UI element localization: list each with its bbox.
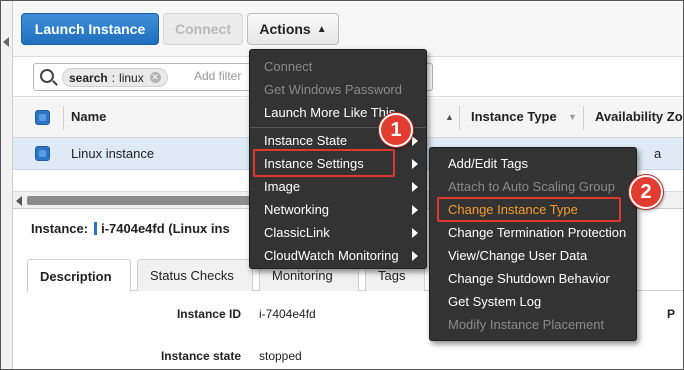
filter-token[interactable]: search : linux ✕ xyxy=(62,68,168,87)
menu-item-cloudwatch-monitoring[interactable]: CloudWatch Monitoring xyxy=(250,244,426,267)
submenu-arrow-icon xyxy=(412,205,418,215)
row-checkbox[interactable] xyxy=(35,146,50,161)
chevron-up-icon: ▲ xyxy=(316,23,327,35)
ec2-console: Launch Instance Connect Actions ▲ search… xyxy=(0,0,684,370)
menu-item-view-change-user-data[interactable]: View/Change User Data xyxy=(430,244,636,267)
menu-item-networking-label: Networking xyxy=(264,202,330,217)
instance-value: i-7404e4fd (Linux ins xyxy=(101,221,230,236)
collapse-left-icon[interactable] xyxy=(3,37,9,47)
actions-label: Actions xyxy=(259,21,311,37)
menu-item-cloudwatch-monitoring-label: CloudWatch Monitoring xyxy=(264,248,399,263)
filter-token-value: linux xyxy=(119,70,144,85)
field-value-instance-state: stopped xyxy=(259,349,302,363)
menu-item-image[interactable]: Image xyxy=(250,175,426,198)
tab-status-checks[interactable]: Status Checks xyxy=(137,259,253,291)
filter-token-sep: : xyxy=(111,70,116,85)
submenu-arrow-icon xyxy=(412,251,418,261)
sort-icon[interactable]: ▲ xyxy=(445,112,454,122)
instance-title: Instance: i-7404e4fd (Linux ins xyxy=(31,221,230,236)
tab-description[interactable]: Description xyxy=(27,259,131,292)
field-value-instance-id: i-7404e4fd xyxy=(259,307,316,321)
menu-item-get-windows-password: Get Windows Password xyxy=(264,82,402,97)
menu-item-add-edit-tags[interactable]: Add/Edit Tags xyxy=(430,152,636,175)
row-name: Linux instance xyxy=(71,146,155,161)
column-header-name[interactable]: Name xyxy=(71,109,106,124)
step-1-callout: 1 xyxy=(379,113,413,147)
menu-item-classiclink[interactable]: ClassicLink xyxy=(250,221,426,244)
field-label-instance-id: Instance ID xyxy=(176,307,241,321)
connect-button: Connect xyxy=(163,13,243,45)
submenu-arrow-icon xyxy=(412,182,418,192)
collapse-gutter[interactable] xyxy=(1,1,13,369)
highlight-change-instance-type xyxy=(437,197,621,222)
column-header-instance-type[interactable]: Instance Type xyxy=(471,109,557,124)
highlight-instance-settings xyxy=(253,149,395,177)
submenu-arrow-icon xyxy=(412,159,418,169)
instance-label: Instance: xyxy=(31,221,89,236)
select-all-checkbox[interactable] xyxy=(35,110,50,125)
sort-down-icon[interactable]: ▼ xyxy=(568,112,577,122)
filter-token-key: search xyxy=(69,70,108,85)
menu-item-change-termination-protection[interactable]: Change Termination Protection xyxy=(430,221,636,244)
menu-item-connect: Connect xyxy=(264,59,313,74)
submenu-arrow-icon xyxy=(412,136,418,146)
remove-filter-icon[interactable]: ✕ xyxy=(149,72,161,83)
step-2-callout: 2 xyxy=(629,175,663,209)
actions-button[interactable]: Actions ▲ xyxy=(247,13,339,45)
search-placeholder: Add filter xyxy=(194,69,242,83)
submenu-arrow-icon xyxy=(412,228,418,238)
menu-item-networking[interactable]: Networking xyxy=(250,198,426,221)
column-divider xyxy=(459,106,460,130)
column-header-availability-zone[interactable]: Availability Zo xyxy=(595,109,683,124)
menu-item-instance-state-label: Instance State xyxy=(264,133,348,148)
menu-item-get-system-log[interactable]: Get System Log xyxy=(430,290,636,313)
menu-item-change-shutdown-behavior[interactable]: Change Shutdown Behavior xyxy=(430,267,636,290)
menu-item-classiclink-label: ClassicLink xyxy=(264,225,330,240)
launch-instance-button[interactable]: Launch Instance xyxy=(21,13,159,45)
scroll-left-icon[interactable] xyxy=(16,196,22,206)
search-icon xyxy=(40,69,54,83)
column-divider xyxy=(63,106,64,130)
menu-item-attach-auto-scaling: Attach to Auto Scaling Group xyxy=(448,179,615,194)
row-availability-zone: a xyxy=(654,146,662,161)
menu-item-image-label: Image xyxy=(264,179,301,194)
instance-settings-submenu: Add/Edit Tags Attach to Auto Scaling Gro… xyxy=(429,147,637,341)
column-divider xyxy=(583,106,584,130)
instance-color-marker xyxy=(94,222,98,235)
menu-item-modify-instance-placement: Modify Instance Placement xyxy=(448,317,605,332)
field-label-instance-state: Instance state xyxy=(160,349,241,363)
